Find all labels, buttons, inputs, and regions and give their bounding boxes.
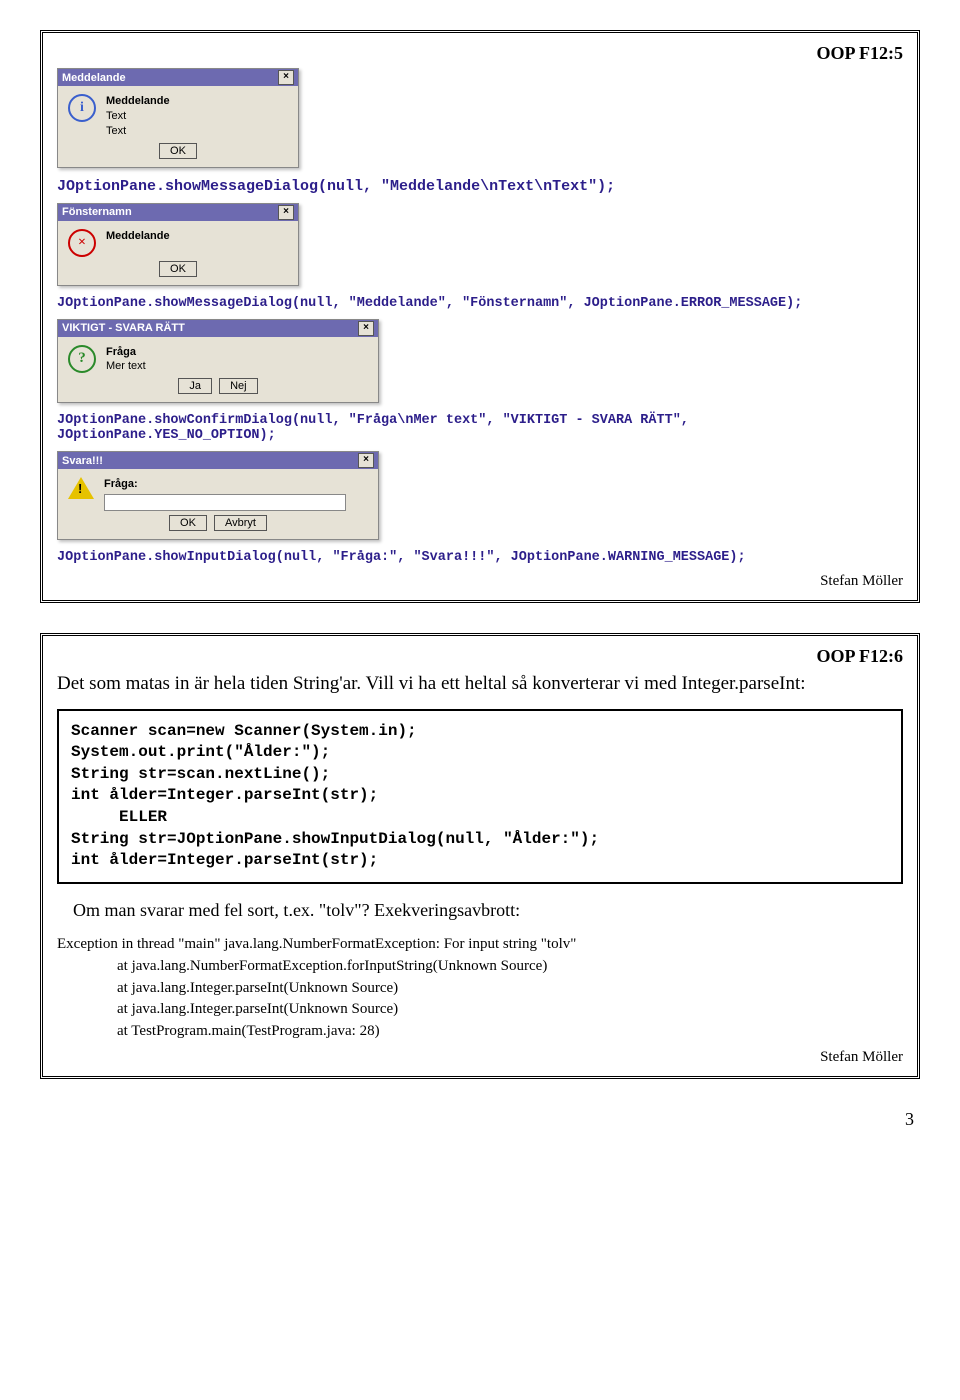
- dialog-title: Meddelande: [62, 72, 126, 84]
- exception-head: Exception in thread "main" java.lang.Num…: [57, 936, 576, 952]
- dialog-error: Fönsternamn × × Meddelande OK: [57, 203, 299, 286]
- warning-icon: [68, 477, 94, 499]
- close-icon[interactable]: ×: [358, 321, 374, 336]
- dialog-message: Fråga:: [104, 477, 346, 511]
- slide-header: OOP F12:6: [57, 646, 903, 667]
- dialog-title: Fönsternamn: [62, 206, 132, 218]
- dialog-confirm: VIKTIGT - SVARA RÄTT × ? Fråga Mer text …: [57, 319, 379, 404]
- ok-button[interactable]: OK: [159, 261, 197, 277]
- ok-button[interactable]: OK: [169, 515, 207, 531]
- slide-header: OOP F12:5: [57, 43, 903, 64]
- author: Stefan Möller: [57, 573, 903, 590]
- stack-line: at java.lang.Integer.parseInt(Unknown So…: [117, 978, 903, 1000]
- stack-line: at TestProgram.main(TestProgram.java: 28…: [117, 1021, 903, 1043]
- stack-line: at java.lang.Integer.parseInt(Unknown So…: [117, 999, 903, 1021]
- error-icon: ×: [68, 229, 96, 257]
- code-line-1: JOptionPane.showMessageDialog(null, "Med…: [57, 178, 903, 195]
- text-input[interactable]: [104, 494, 346, 511]
- code-line-3: JOptionPane.showConfirmDialog(null, "Frå…: [57, 413, 903, 443]
- author: Stefan Möller: [57, 1049, 903, 1066]
- close-icon[interactable]: ×: [358, 453, 374, 468]
- dialog-info: Meddelande × i Meddelande Text Text OK: [57, 68, 299, 168]
- slide-5: OOP F12:5 Meddelande × i Meddelande Text…: [40, 30, 920, 603]
- slide-6: OOP F12:6 Det som matas in är hela tiden…: [40, 633, 920, 1079]
- stack-trace: Exception in thread "main" java.lang.Num…: [57, 934, 903, 1043]
- dialog-message: Meddelande Text Text: [106, 94, 170, 139]
- mid-paragraph: Om man svarar med fel sort, t.ex. "tolv"…: [73, 898, 903, 922]
- dialog-title: VIKTIGT - SVARA RÄTT: [62, 322, 185, 334]
- close-icon[interactable]: ×: [278, 205, 294, 220]
- dialog-message: Fråga Mer text: [106, 345, 146, 375]
- cancel-button[interactable]: Avbryt: [214, 515, 267, 531]
- dialog-message: Meddelande: [106, 229, 170, 257]
- question-icon: ?: [68, 345, 96, 373]
- page-number: 3: [40, 1109, 920, 1130]
- dialog-title: Svara!!!: [62, 455, 103, 467]
- code-line-4: JOptionPane.showInputDialog(null, "Fråga…: [57, 550, 903, 565]
- titlebar: Meddelande ×: [58, 69, 298, 86]
- stack-line: at java.lang.NumberFormatException.forIn…: [117, 956, 903, 978]
- yes-button[interactable]: Ja: [178, 378, 212, 394]
- intro-paragraph: Det som matas in är hela tiden String'ar…: [57, 671, 903, 697]
- code-line-2: JOptionPane.showMessageDialog(null, "Med…: [57, 296, 903, 311]
- close-icon[interactable]: ×: [278, 70, 294, 85]
- info-icon: i: [68, 94, 96, 122]
- ok-button[interactable]: OK: [159, 143, 197, 159]
- no-button[interactable]: Nej: [219, 378, 258, 394]
- dialog-input: Svara!!! × Fråga: OK Avbryt: [57, 451, 379, 540]
- code-box: Scanner scan=new Scanner(System.in); Sys…: [57, 709, 903, 884]
